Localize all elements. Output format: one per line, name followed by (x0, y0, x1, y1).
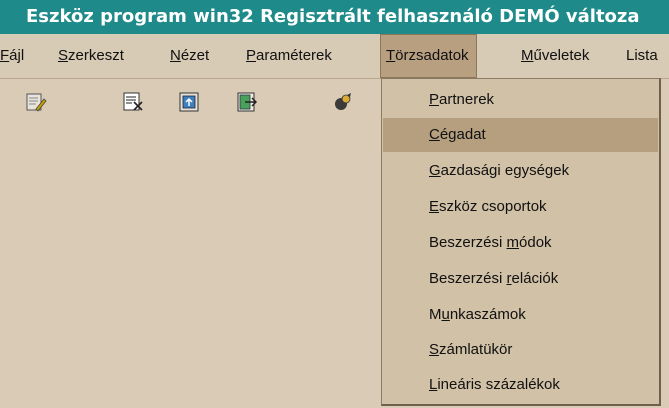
menu-fajl[interactable]: Fájl (0, 34, 24, 78)
menu-parameterek[interactable]: Paraméterek (246, 34, 332, 78)
menu-item-munkaszamok[interactable]: Munkaszámok (383, 298, 658, 332)
menu-muveletek[interactable]: Műveletek (521, 34, 589, 78)
refresh-icon[interactable] (178, 91, 200, 113)
menu-item-linearis-szazalekok[interactable]: Lineáris százalékok (383, 368, 658, 402)
window-title: Eszköz program win32 Regisztrált felhasz… (26, 6, 640, 27)
edit-icon[interactable] (25, 91, 47, 113)
menu-item-cegadat[interactable]: Cégadat (383, 118, 658, 152)
menu-bar: Fájl Szerkeszt Nézet Paraméterek Törzsad… (0, 34, 669, 79)
menu-item-beszerzesi-modok[interactable]: Beszerzési módok (383, 226, 658, 260)
exit-icon[interactable] (236, 91, 258, 113)
menu-item-eszkoz-csoportok[interactable]: Eszköz csoportok (383, 190, 658, 224)
menu-nezet[interactable]: Nézet (170, 34, 209, 78)
torzsadatok-dropdown: Partnerek Cégadat Gazdasági egységek Esz… (381, 78, 661, 406)
menu-item-partnerek[interactable]: Partnerek (383, 83, 658, 117)
title-bar: Eszköz program win32 Regisztrált felhasz… (0, 0, 669, 34)
menu-torzsadatok[interactable]: Törzsadatok (380, 34, 477, 78)
menu-item-gazdasagi-egysegek[interactable]: Gazdasági egységek (383, 154, 658, 188)
menu-szerkeszt[interactable]: Szerkeszt (58, 34, 124, 78)
menu-lista[interactable]: Lista (626, 34, 658, 78)
menu-item-beszerzesi-relaciok[interactable]: Beszerzési relációk (383, 262, 658, 296)
cut-icon[interactable] (122, 91, 144, 113)
menu-item-szamlatukor[interactable]: Számlatükör (383, 333, 658, 367)
cursor-icon[interactable] (332, 91, 354, 113)
